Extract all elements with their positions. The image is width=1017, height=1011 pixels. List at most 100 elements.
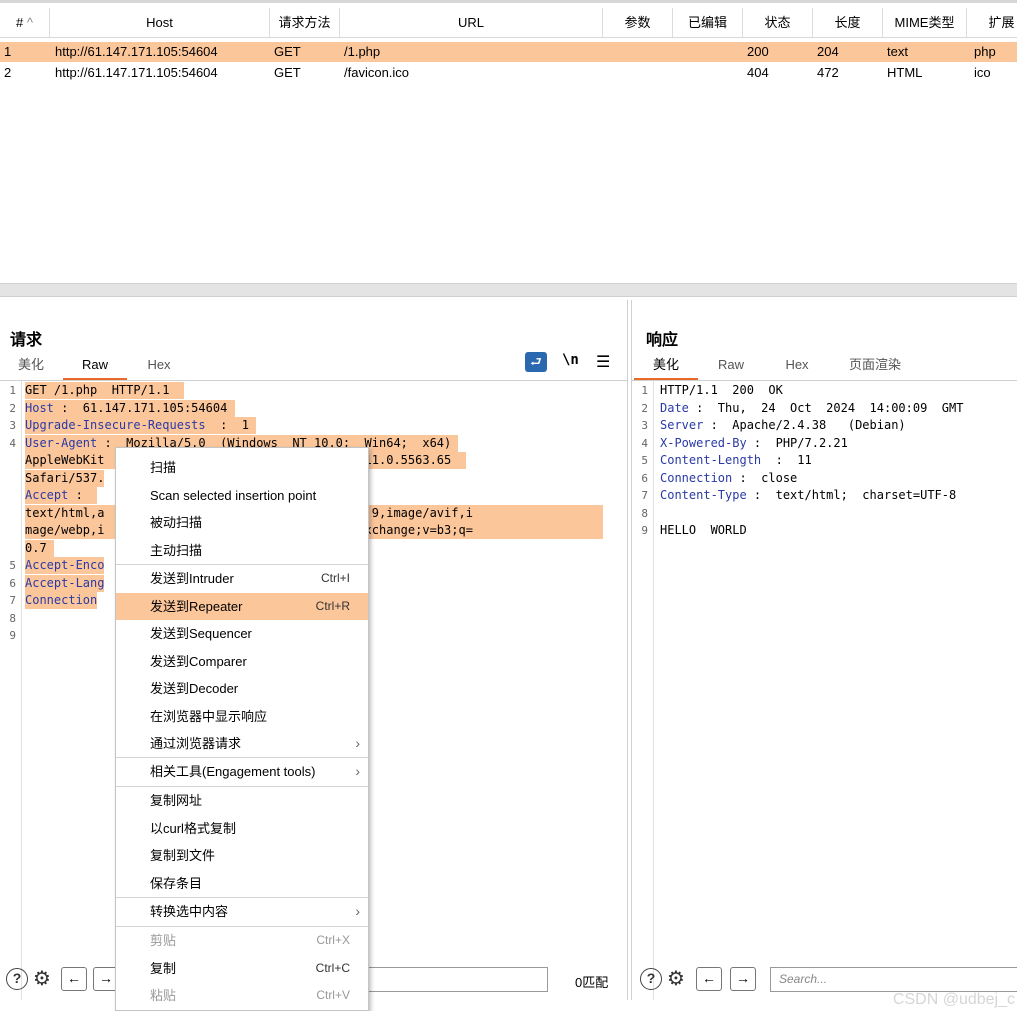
col-header-num[interactable]: # ^	[0, 8, 50, 37]
menu-item-scan-insertion-point[interactable]: Scan selected insertion point	[116, 482, 368, 509]
code-line[interactable]: X-Powered-By : PHP/7.2.21	[660, 435, 848, 452]
code-line[interactable]: Accept :	[25, 487, 98, 504]
context-menu: 扫描 Scan selected insertion point 被动扫描 主动…	[115, 447, 369, 1011]
code-line[interactable]: Content-Length : 11	[660, 452, 812, 469]
line-number: 3	[641, 419, 648, 432]
chevron-right-icon: ›	[355, 763, 360, 779]
code-line[interactable]: Upgrade-Insecure-Requests : 1	[25, 417, 257, 434]
menu-item-send-to-intruder[interactable]: 发送到Intruder Ctrl+I	[116, 565, 368, 592]
gear-icon[interactable]: ⚙	[31, 968, 53, 990]
split-divider[interactable]	[0, 283, 1017, 297]
code-line[interactable]: Accept-Lang	[25, 575, 105, 592]
code-line[interactable]: Date : Thu, 24 Oct 2024 14:00:09 GMT	[660, 400, 963, 417]
menu-item-send-to-decoder[interactable]: 发送到Decoder	[116, 675, 368, 702]
response-pane: 响应 美化 Raw Hex 页面渲染 1 2 3 4 5 6 7 8 9 HTT…	[631, 300, 1017, 1000]
code-line[interactable]: HELLO WORLD	[660, 522, 747, 539]
tab-hex[interactable]: Hex	[136, 356, 182, 380]
col-header-ext[interactable]: 扩展	[967, 8, 1017, 37]
chevron-right-icon: ›	[355, 903, 360, 919]
col-header-edited[interactable]: 已编辑	[673, 8, 743, 37]
line-number: 7	[9, 594, 16, 607]
col-header-host[interactable]: Host	[50, 8, 270, 37]
code-line[interactable]: 0.7	[25, 540, 54, 557]
code-line[interactable]: HTTP/1.1 200 OK	[660, 382, 783, 399]
menu-item-send-to-repeater[interactable]: 发送到Repeater Ctrl+R	[116, 593, 368, 620]
cell-num: 1	[4, 44, 12, 59]
menu-item-passive-scan[interactable]: 被动扫描	[116, 509, 368, 536]
col-header-method[interactable]: 请求方法	[270, 8, 340, 37]
cell-length: 204	[817, 44, 839, 59]
request-title: 请求	[10, 332, 43, 349]
line-number: 9	[9, 629, 16, 642]
line-number: 4	[9, 437, 16, 450]
menu-item-save-item[interactable]: 保存条目	[116, 870, 368, 897]
watermark: CSDN @udbej_c	[892, 991, 1015, 1008]
menu-item-send-to-comparer[interactable]: 发送到Comparer	[116, 648, 368, 675]
cell-num: 2	[4, 65, 12, 80]
col-header-status[interactable]: 状态	[743, 8, 813, 37]
menu-item-show-response-in-browser[interactable]: 在浏览器中显示响应	[116, 703, 368, 730]
forward-arrow-button[interactable]: →	[730, 967, 756, 991]
col-header-mime[interactable]: MIME类型	[883, 8, 967, 37]
code-line[interactable]: Connection	[25, 592, 98, 609]
help-icon[interactable]: ?	[640, 968, 662, 990]
menu-item-request-in-browser[interactable]: 通过浏览器请求 ›	[116, 730, 368, 757]
back-arrow-button[interactable]: ←	[61, 967, 87, 991]
cell-length: 472	[817, 65, 839, 80]
hamburger-menu-icon[interactable]: ☰	[596, 352, 610, 372]
line-number: 1	[9, 384, 16, 397]
col-header-params[interactable]: 参数	[603, 8, 673, 37]
menu-item-cut[interactable]: 剪贴 Ctrl+X	[116, 927, 368, 954]
history-header: # ^ Host 请求方法 URL 参数 已编辑 状态 长度 MIME类型 扩展	[0, 8, 1017, 38]
menu-item-copy[interactable]: 复制 Ctrl+C	[116, 955, 368, 982]
match-count: 0匹配	[575, 975, 609, 990]
code-line[interactable]: Server : Apache/2.4.38 (Debian)	[660, 417, 906, 434]
menu-item-copy-as-curl[interactable]: 以curl格式复制	[116, 815, 368, 842]
line-number: 7	[641, 489, 648, 502]
cell-method: GET	[274, 65, 301, 80]
tab-hex[interactable]: Hex	[774, 356, 820, 380]
code-line[interactable]: Connection : close	[660, 470, 797, 487]
back-arrow-button[interactable]: ←	[696, 967, 722, 991]
line-number: 3	[9, 419, 16, 432]
line-number: 2	[641, 402, 648, 415]
menu-item-scan[interactable]: 扫描	[116, 454, 368, 481]
line-number: 6	[641, 472, 648, 485]
tab-raw[interactable]: Raw	[63, 356, 127, 380]
help-icon[interactable]: ?	[6, 968, 28, 990]
tab-render[interactable]: 页面渲染	[836, 356, 914, 380]
menu-item-copy-url[interactable]: 复制网址	[116, 787, 368, 814]
col-header-length[interactable]: 长度	[813, 8, 883, 37]
newline-toggle-icon[interactable]: \n	[562, 352, 579, 368]
cell-mime: HTML	[887, 65, 923, 80]
line-number: 2	[9, 402, 16, 415]
response-search-input[interactable]: Search...	[770, 967, 1017, 992]
table-row[interactable]: 2 http://61.147.171.105:54604 GET /favic…	[0, 63, 1017, 83]
cell-host: http://61.147.171.105:54604	[55, 65, 218, 80]
line-number: 4	[641, 437, 648, 450]
table-row[interactable]: 1 http://61.147.171.105:54604 GET /1.php…	[0, 42, 1017, 62]
code-line[interactable]: GET /1.php HTTP/1.1	[25, 382, 184, 399]
tab-raw[interactable]: Raw	[708, 356, 754, 380]
menu-item-paste[interactable]: 粘贴 Ctrl+V	[116, 982, 368, 1009]
line-number: 9	[641, 524, 648, 537]
tab-pretty[interactable]: 美化	[634, 356, 698, 380]
line-number: 5	[9, 559, 16, 572]
chevron-right-icon: ›	[355, 735, 360, 751]
menu-item-engagement-tools[interactable]: 相关工具(Engagement tools) ›	[116, 758, 368, 785]
menu-item-send-to-sequencer[interactable]: 发送到Sequencer	[116, 620, 368, 647]
col-header-url[interactable]: URL	[340, 8, 603, 37]
menu-item-copy-to-file[interactable]: 复制到文件	[116, 842, 368, 869]
code-line[interactable]: Content-Type : text/html; charset=UTF-8	[660, 487, 956, 504]
line-number: 8	[9, 612, 16, 625]
code-line[interactable]: Host : 61.147.171.105:54604	[25, 400, 235, 417]
line-number: 1	[641, 384, 648, 397]
tab-pretty[interactable]: 美化	[8, 356, 54, 380]
cell-ext: php	[974, 44, 996, 59]
code-line[interactable]: Accept-Enco	[25, 557, 105, 574]
code-line[interactable]: Safari/537.	[25, 470, 105, 487]
wrap-lines-icon[interactable]: ⮐	[525, 352, 547, 372]
gear-icon[interactable]: ⚙	[665, 968, 687, 990]
menu-item-convert-selection[interactable]: 转换选中内容 ›	[116, 898, 368, 925]
menu-item-active-scan[interactable]: 主动扫描	[116, 537, 368, 564]
